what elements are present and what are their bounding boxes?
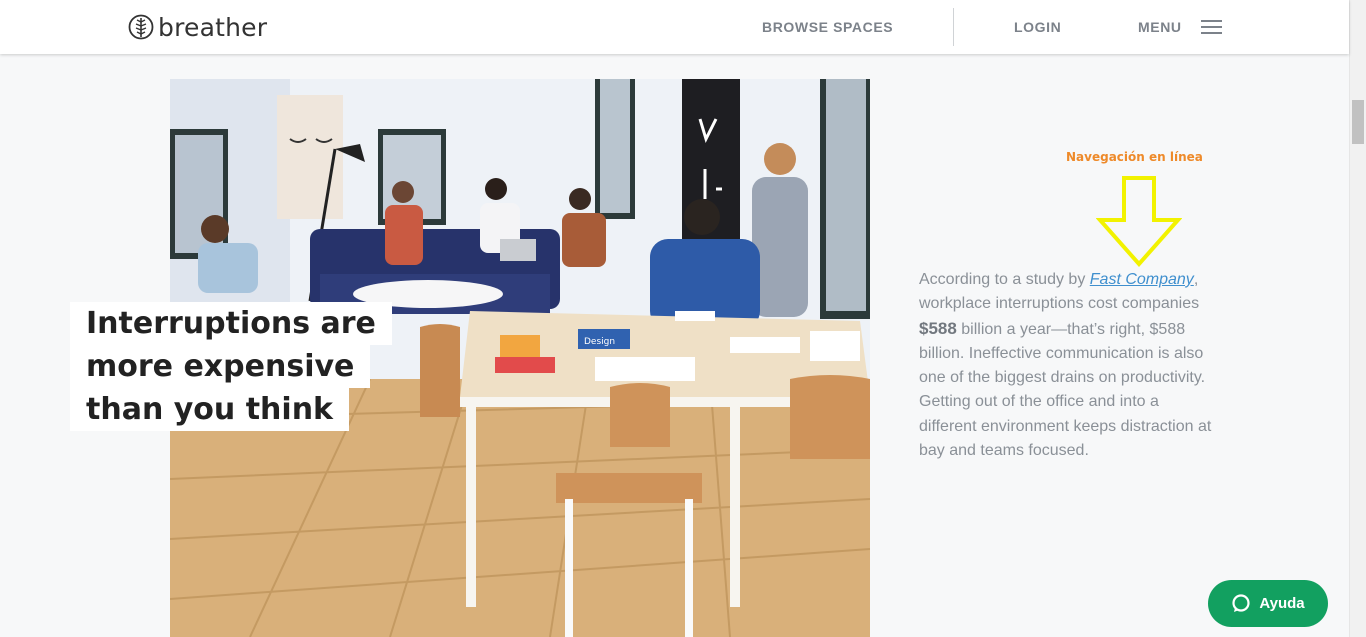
- nav-divider: [953, 8, 954, 46]
- amount-highlight: $588: [919, 318, 957, 338]
- headline-line: more expensive: [70, 345, 392, 388]
- site-header: breather BROWSE SPACES LOGIN MENU: [0, 0, 1349, 54]
- page-scrollbar[interactable]: [1349, 0, 1366, 637]
- logo[interactable]: breather: [128, 12, 267, 42]
- fast-company-link[interactable]: Fast Company: [1090, 271, 1194, 288]
- help-button-label: Ayuda: [1259, 595, 1305, 612]
- scrollbar-thumb[interactable]: [1352, 100, 1364, 144]
- breather-logo-icon: [128, 14, 154, 40]
- help-chat-button[interactable]: Ayuda: [1208, 580, 1328, 627]
- annotation-down-arrow-icon: [1096, 176, 1182, 268]
- article-paragraph: According to a study by Fast Company, wo…: [919, 271, 1212, 460]
- nav-menu[interactable]: MENU: [1138, 19, 1182, 35]
- nav-browse-spaces[interactable]: BROWSE SPACES: [762, 19, 893, 35]
- annotation-label: Navegación en línea: [1066, 150, 1203, 164]
- nav-login[interactable]: LOGIN: [1014, 19, 1061, 35]
- logo-text: breather: [158, 12, 268, 42]
- hero-headline: Interruptions are more expensive than yo…: [70, 302, 392, 431]
- headline-line: Interruptions are: [70, 302, 392, 345]
- chat-bubble-icon: [1232, 593, 1250, 612]
- hamburger-menu-icon[interactable]: [1201, 20, 1222, 34]
- headline-line: than you think: [70, 388, 392, 431]
- design-book-label: Design: [584, 337, 615, 347]
